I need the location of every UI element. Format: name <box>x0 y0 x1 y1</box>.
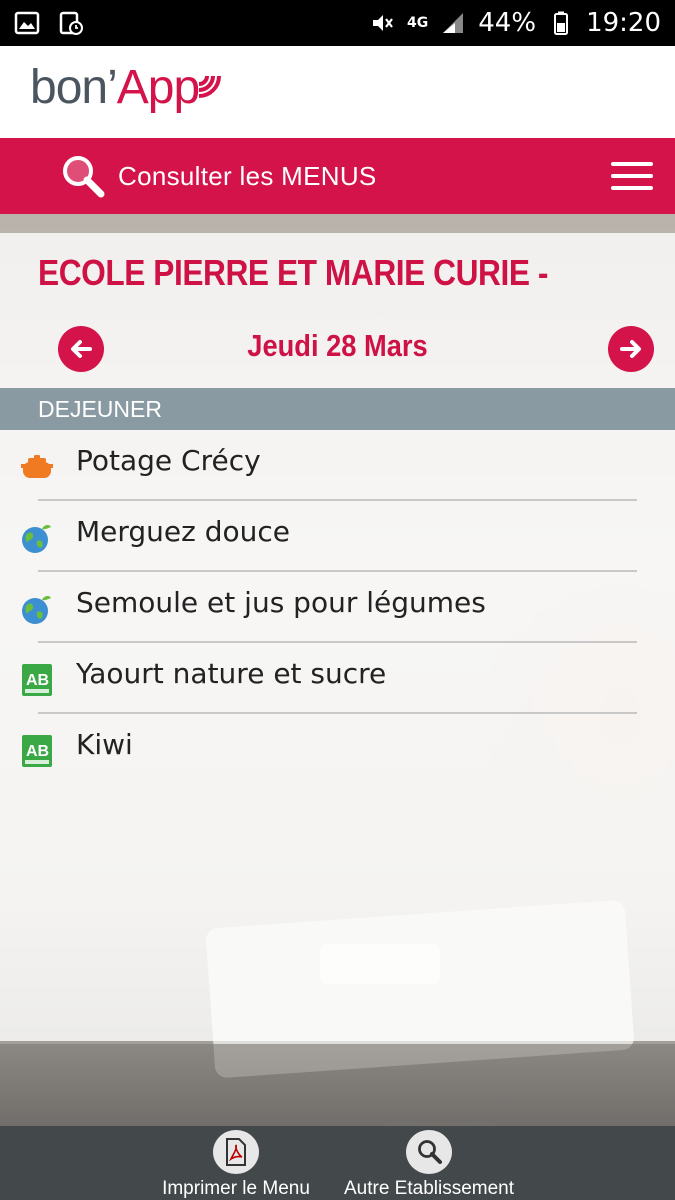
current-date: Jeudi 28 Mars <box>247 328 428 363</box>
wireless-waves-icon <box>198 75 222 98</box>
svg-text:AB: AB <box>26 743 49 760</box>
menu-list: Potage Crécy Merguez douce Semoule et ju… <box>0 430 675 785</box>
print-menu-button[interactable]: Imprimer le Menu <box>150 1126 322 1200</box>
svg-text:AB: AB <box>26 672 49 689</box>
mute-icon <box>373 15 393 31</box>
battery-percent: 44% <box>478 8 537 38</box>
clock: 19:20 <box>586 8 661 38</box>
alarm-icon <box>59 11 83 35</box>
menu-item-label: Yaourt nature et sucre <box>76 657 387 690</box>
organic-ab-icon: AB <box>22 735 52 767</box>
menu-item-label: Merguez douce <box>76 515 291 548</box>
bottom-bar: Imprimer le Menu Autre Etablissement <box>0 1126 675 1200</box>
next-day-button[interactable] <box>608 326 654 372</box>
list-item: Merguez douce <box>0 501 675 572</box>
consult-menus-button[interactable]: Consulter les MENUS <box>60 153 377 199</box>
menu-item-label: Semoule et jus pour légumes <box>76 586 486 619</box>
battery-icon <box>554 11 569 35</box>
arrow-right-icon <box>620 340 641 358</box>
meal-header: DEJEUNER <box>0 388 675 430</box>
gallery-icon <box>14 11 40 35</box>
list-item: Semoule et jus pour légumes <box>0 572 675 643</box>
date-navigator: Jeudi 28 Mars <box>0 322 675 376</box>
logo-prefix: bon’ <box>30 61 118 114</box>
status-bar: 4G 44% 19:20 <box>0 0 675 46</box>
list-item: Potage Crécy <box>0 430 675 501</box>
pot-icon <box>21 455 53 478</box>
other-establishment-button[interactable]: Autre Etablissement <box>334 1126 524 1200</box>
print-menu-label: Imprimer le Menu <box>162 1178 310 1199</box>
local-globe-icon <box>22 524 51 553</box>
organic-ab-icon: AB <box>22 664 52 696</box>
menu-item-label: Potage Crécy <box>76 444 261 477</box>
pdf-icon <box>213 1130 259 1174</box>
other-establishment-label: Autre Etablissement <box>343 1178 515 1199</box>
hamburger-menu-icon[interactable] <box>611 162 653 190</box>
menu-item-label: Kiwi <box>76 728 133 761</box>
signal-icon <box>443 13 464 33</box>
list-item: AB Kiwi <box>0 714 675 785</box>
consult-menus-label: Consulter les MENUS <box>118 160 377 191</box>
list-item: AB Yaourt nature et sucre <box>0 643 675 714</box>
app-header: bon’ App <box>0 46 675 138</box>
school-name: ECOLE PIERRE ET MARIE CURIE - <box>38 252 549 293</box>
local-globe-icon <box>22 595 51 624</box>
search-icon <box>406 1130 452 1174</box>
search-icon <box>63 156 105 198</box>
logo-suffix: App <box>116 61 200 114</box>
network-type: 4G <box>407 15 429 31</box>
bonapp-logo[interactable]: bon’ App <box>30 60 229 124</box>
nav-bar: Consulter les MENUS <box>0 138 675 214</box>
